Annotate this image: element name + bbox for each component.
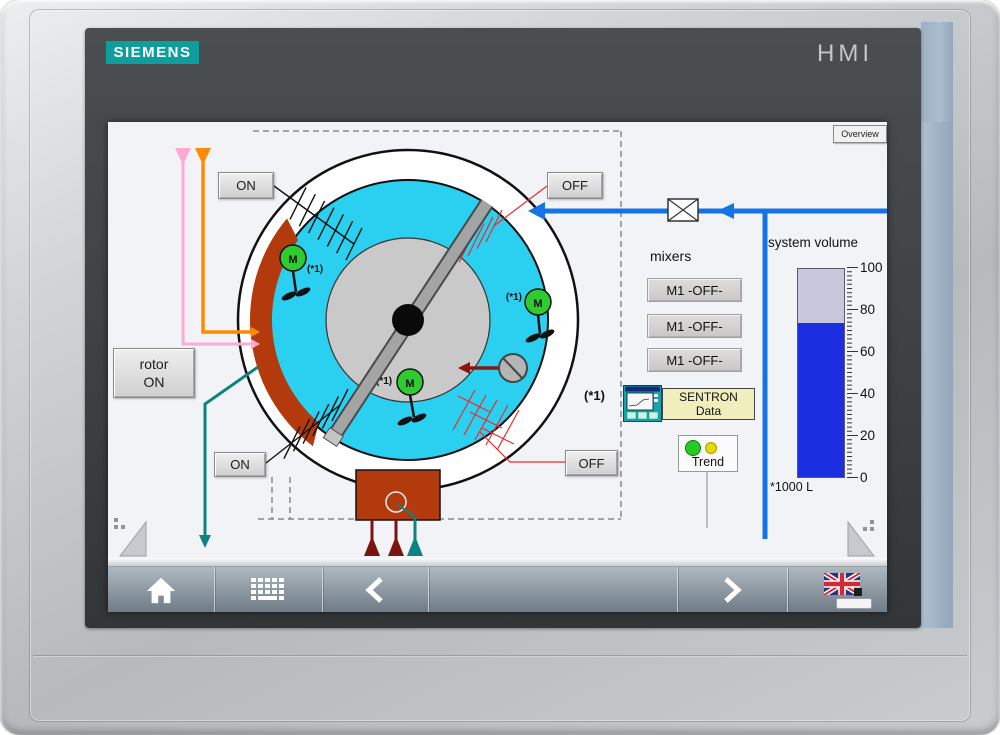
sentron-label-line2: Data [696,404,721,418]
sentron-label-line1: SENTRON [679,390,738,404]
curl-dot [114,525,118,529]
curl-dot [870,527,874,531]
overview-button[interactable]: Overview [833,125,887,143]
system-volume-gauge [797,268,845,478]
hmi-device: TOUCH SIEMENS HMI [0,0,1000,735]
trend-green-lamp [685,440,701,456]
skimmer-off-button-bottom[interactable]: OFF [565,450,618,476]
process-display: M (*1) M (*1) (*1) M [108,122,887,558]
trend-label: Trend [679,455,737,469]
scraper-on-button[interactable]: ON [218,172,274,199]
sludge-hopper [356,470,440,556]
siemens-logo: SIEMENS [106,41,199,64]
gauge-tick-label: 0 [860,470,887,485]
nav-keyboard-button[interactable] [214,567,321,612]
chevron-right-icon [720,575,744,605]
svg-text:M: M [288,254,297,266]
language-menu-bar [836,598,872,609]
mixers-title: mixers [650,248,691,264]
rotor-on-button[interactable]: rotor ON [113,348,195,398]
sentron-data-button[interactable]: SENTRON Data [662,388,755,420]
nav-home-button[interactable] [108,567,214,612]
page-bottom-edge [108,558,887,567]
svg-text:(*1): (*1) [506,292,522,303]
nav-forward-button[interactable] [677,567,786,612]
mixer-3-button[interactable]: M1 -OFF- [647,348,742,372]
gauge-unit-label: *1000 L [770,480,813,494]
rotor-button-line1: rotor [140,355,169,373]
svg-text:(*1): (*1) [307,264,323,275]
rotor-button-line2: ON [144,373,165,391]
gauge-tick-label: 20 [860,428,887,443]
gauge-tick-label: 40 [860,386,887,401]
curl-dot [863,527,867,531]
mixer-2-button[interactable]: M1 -OFF- [647,314,742,338]
chevron-left-icon [363,575,387,605]
gauge-fill [798,323,844,477]
gauge-tick-label: 100 [860,260,887,275]
curl-dot [121,525,125,529]
hmi-label: HMI [790,40,900,68]
gauge-tick-label: 60 [860,344,887,359]
sentron-footnote: (*1) [584,388,605,403]
skimmer-off-button[interactable]: OFF [547,172,603,199]
nav-language-button[interactable] [787,567,887,612]
gauge-title: system volume [768,235,858,250]
screen: M (*1) M (*1) (*1) M [108,122,887,612]
trend-button[interactable]: Trend [678,435,738,472]
nav-back-button[interactable] [322,567,428,612]
frame-seam [33,655,967,657]
mixer-1-button[interactable]: M1 -OFF- [647,278,742,302]
gauge-ticks [847,267,859,479]
sentron-device-icon[interactable] [623,385,662,422]
navbar [108,567,887,612]
scraper-on-button-bottom[interactable]: ON [214,452,266,477]
curl-dot [870,520,874,524]
curl-dot [114,518,118,522]
trend-yellow-lamp [705,442,717,454]
home-icon [145,575,177,605]
valve-icon [668,199,698,221]
svg-text:M: M [405,378,414,390]
nav-blank-cell [428,567,677,612]
keyboard-icon [250,577,286,603]
language-cursor-mark [854,588,862,596]
gauge-tick-label: 80 [860,302,887,317]
svg-text:M: M [533,298,542,310]
